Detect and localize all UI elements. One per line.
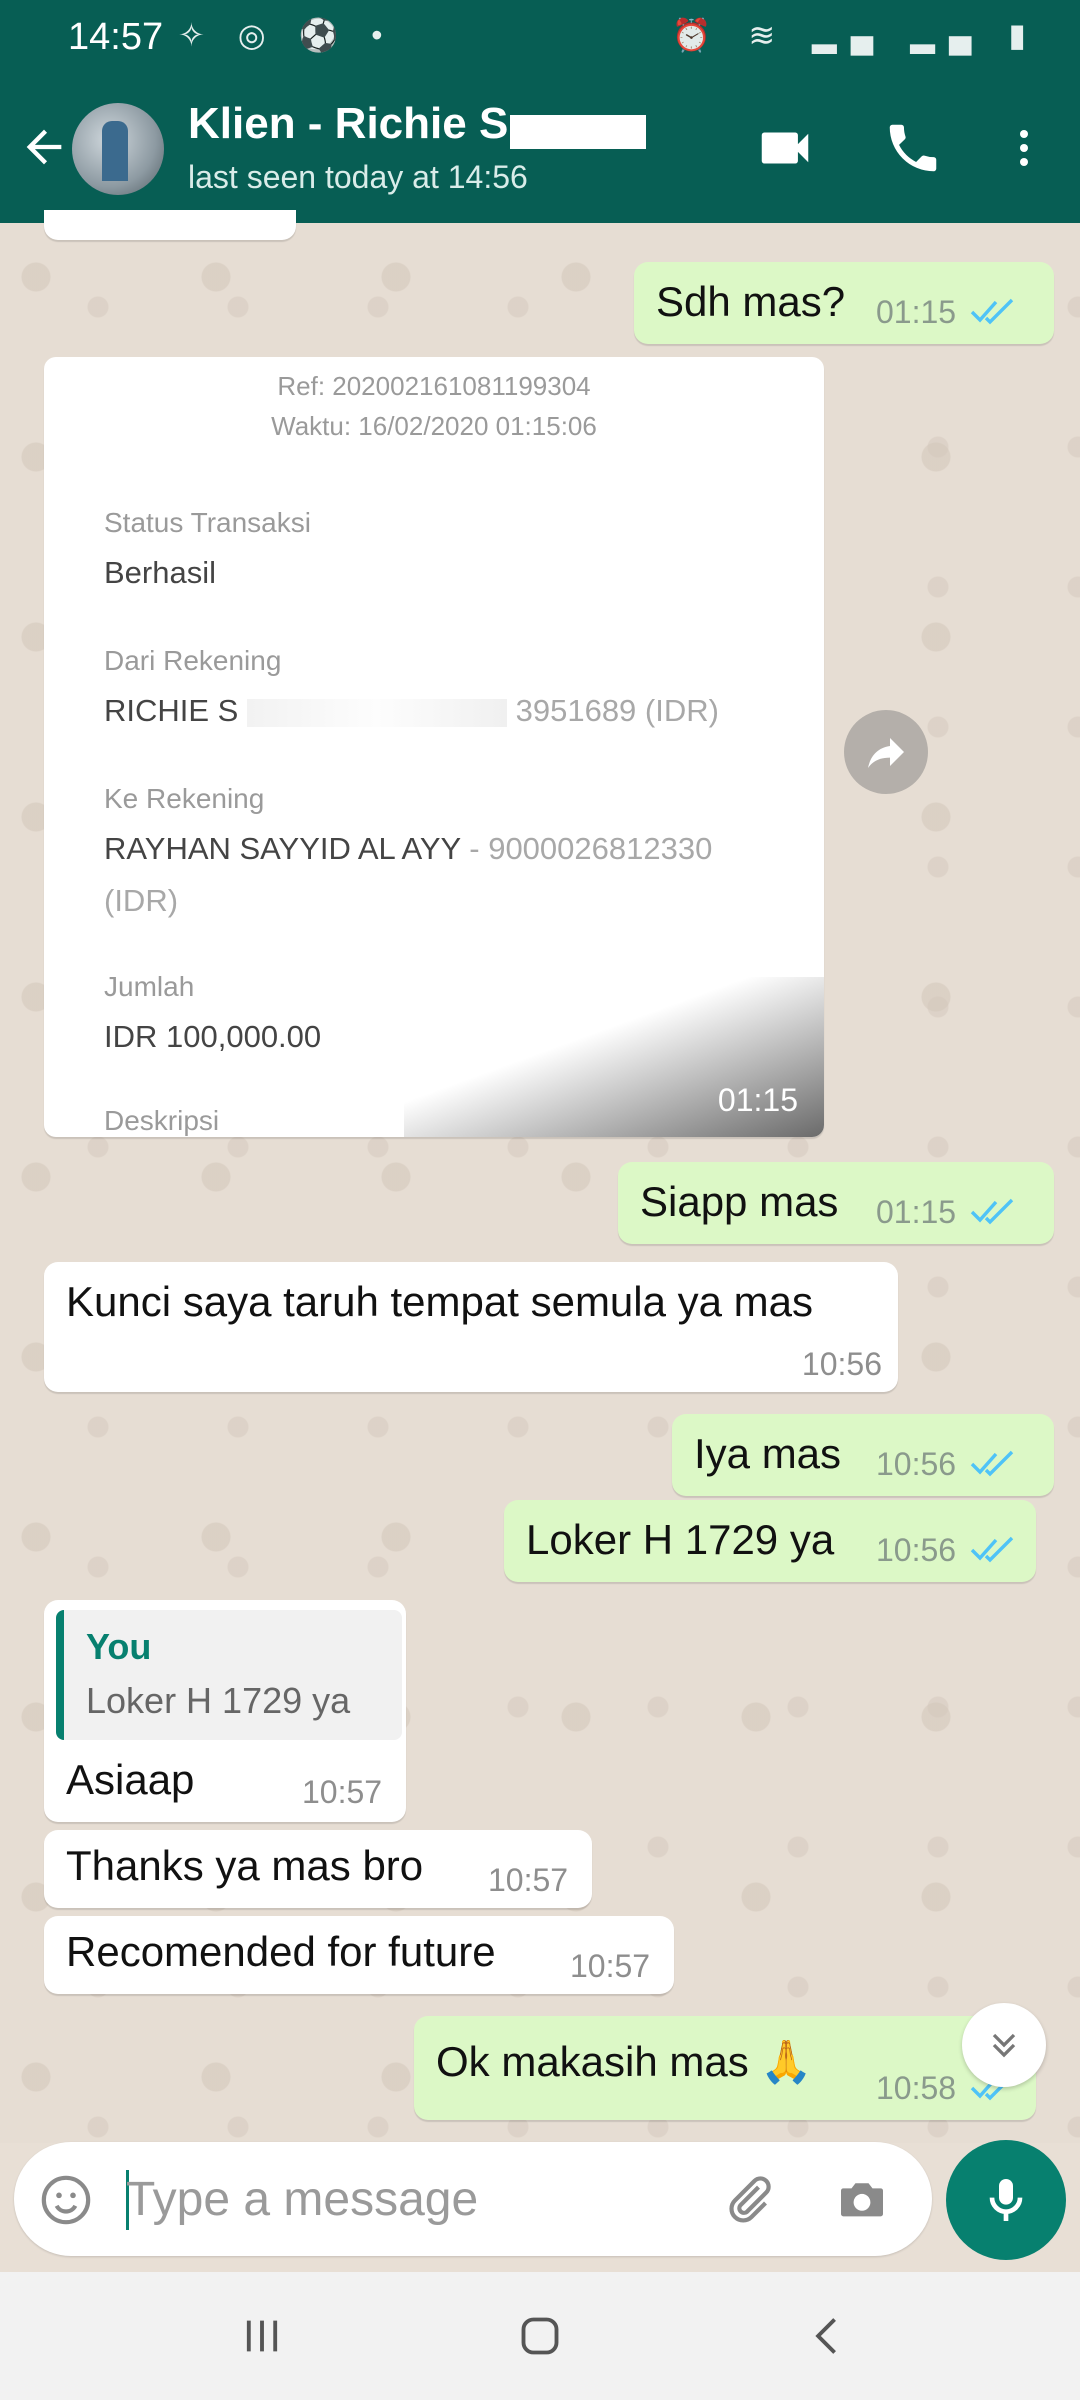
message-text: Recomended for future [66, 1928, 496, 1975]
message-outgoing[interactable]: Iya mas 10:56 [672, 1414, 1054, 1496]
scroll-down-icon [992, 2033, 1016, 2058]
amount-value: IDR 100,000.00 [104, 1019, 322, 1054]
message-time: 01:15 [717, 1082, 798, 1118]
read-ticks-icon [970, 1450, 1014, 1477]
status-bar: 14:57 ✧ ◎ ⚽ • ⏰ ≋ ▂▄ ▂▄ ▮ [0, 0, 1080, 75]
forward-icon [868, 738, 904, 768]
from-label: Dari Rekening [104, 645, 282, 676]
message-text: Loker H 1729 ya [526, 1516, 835, 1563]
message-time: 10:57 [570, 1948, 651, 1984]
message-input-bar[interactable]: Type a message [14, 2142, 932, 2256]
mic-button[interactable] [946, 2140, 1066, 2260]
message-incoming[interactable]: Kunci saya taruh tempat semula ya mas 10… [44, 1262, 898, 1392]
message-outgoing[interactable]: Loker H 1729 ya 10:56 [504, 1500, 1036, 1582]
message-text: Kunci saya taruh tempat semula ya mas [66, 1278, 814, 1325]
message-incoming-reply[interactable]: You Loker H 1729 ya Asiaap 10:57 [44, 1600, 406, 1822]
message-outgoing[interactable]: Ok makasih mas 🙏 10:58 [414, 2016, 1036, 2120]
message-input[interactable]: Type a message [126, 2172, 478, 2227]
phone-icon[interactable] [882, 117, 944, 179]
message-text: Thanks ya mas bro [66, 1842, 424, 1889]
to-name: RAYHAN SAYYID AL AYY [104, 831, 461, 866]
receipt-time: Waktu: 16/02/2020 01:15:06 [271, 411, 597, 441]
message-text: Iya mas [694, 1430, 842, 1477]
avatar[interactable] [72, 103, 164, 195]
attach-icon[interactable] [720, 2172, 776, 2228]
message-text: Asiaap [66, 1756, 195, 1803]
name-redaction [510, 115, 646, 149]
contact-name[interactable]: Klien - Richie S [188, 99, 508, 149]
message-time: 10:57 [302, 1774, 383, 1810]
message-incoming[interactable]: Recomended for future 10:57 [44, 1916, 674, 1994]
message-outgoing[interactable]: Sdh mas? 01:15 [634, 262, 1054, 344]
status-time: 14:57 [68, 16, 164, 58]
message-time: 10:56 [876, 1532, 957, 1568]
from-value: RICHIE S 3951689 (IDR) [104, 693, 719, 729]
read-ticks-icon [970, 1198, 1014, 1225]
message-text: Siapp mas [640, 1178, 839, 1225]
recents-icon[interactable] [240, 2314, 284, 2358]
back-arrow-icon[interactable] [18, 121, 70, 173]
message-time: 01:15 [876, 294, 957, 330]
message-time: 10:58 [876, 2070, 957, 2106]
status-label: Status Transaksi [104, 507, 311, 538]
message-outgoing[interactable]: Siapp mas 01:15 [618, 1162, 1054, 1244]
message-time: 10:56 [876, 1446, 957, 1482]
read-ticks-icon [970, 1536, 1014, 1563]
receipt-image[interactable]: Ref: 202002161081199304 Waktu: 16/02/202… [44, 357, 824, 1137]
scroll-down-button[interactable] [962, 2003, 1046, 2087]
to-account: - 9000026812330 [460, 831, 713, 866]
chat-header: Klien - Richie S last seen today at 14:5… [0, 75, 1080, 223]
receipt-ref: Ref: 202002161081199304 [277, 371, 591, 401]
notification-icons: ✧ ◎ ⚽ • [178, 17, 395, 53]
emoji-icon[interactable] [38, 2172, 94, 2228]
redaction [246, 698, 507, 727]
partial-message[interactable] [44, 210, 296, 240]
message-text: Sdh mas? [656, 278, 846, 325]
message-incoming[interactable]: Thanks ya mas bro 10:57 [44, 1830, 592, 1908]
to-label: Ke Rekening [104, 783, 265, 814]
status-value: Berhasil [104, 555, 216, 590]
video-call-icon[interactable] [754, 117, 816, 179]
more-icon[interactable] [1000, 117, 1048, 179]
last-seen: last seen today at 14:56 [188, 159, 528, 195]
message-time: 10:56 [801, 1346, 882, 1382]
to-currency: (IDR) [104, 883, 179, 918]
from-account: 3951689 (IDR) [515, 693, 719, 728]
system-icons: ⏰ ≋ ▂▄ ▂▄ ▮ [671, 17, 1040, 53]
read-ticks-icon [970, 298, 1014, 325]
forward-button[interactable] [844, 710, 928, 794]
mic-icon [989, 2179, 1023, 2221]
quoted-message[interactable]: You Loker H 1729 ya [56, 1610, 402, 1740]
from-name: RICHIE S [104, 693, 239, 728]
message-time: 10:57 [488, 1862, 569, 1898]
amount-label: Jumlah [104, 971, 195, 1002]
camera-icon[interactable] [834, 2172, 890, 2228]
message-text: Ok makasih mas 🙏 [436, 2038, 813, 2085]
system-nav-bar [0, 2272, 1080, 2400]
to-value: RAYHAN SAYYID AL AYY - 9000026812330 [104, 831, 712, 867]
description-label: Deskripsi [104, 1105, 220, 1136]
quote-text: Loker H 1729 ya [86, 1680, 351, 1721]
back-icon[interactable] [806, 2314, 850, 2358]
message-time: 01:15 [876, 1194, 957, 1230]
home-icon[interactable] [518, 2314, 562, 2358]
quote-author: You [86, 1626, 152, 1667]
